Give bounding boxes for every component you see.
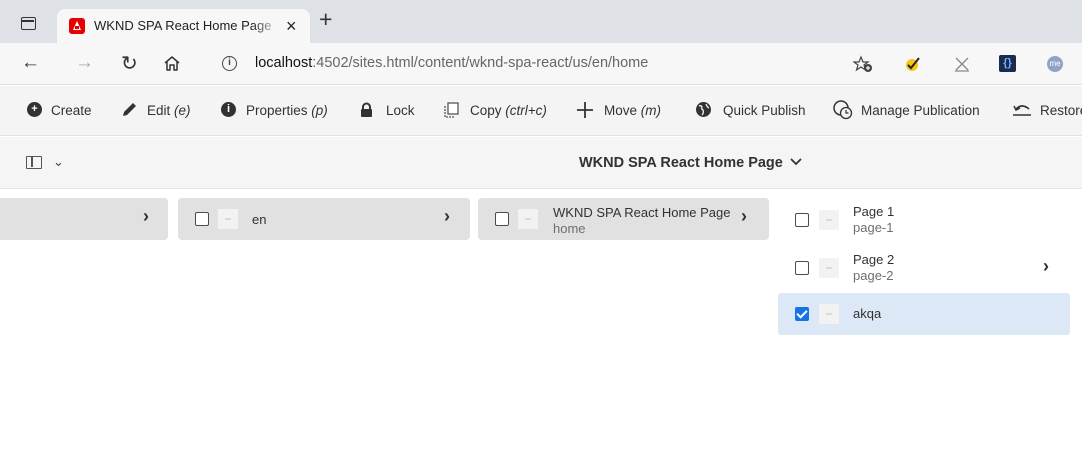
browser-tab-bar: WKND SPA React Home Page | A × + — [0, 0, 1082, 43]
akqa-checkbox[interactable] — [795, 307, 809, 321]
profile-avatar[interactable]: me — [1047, 56, 1063, 72]
column-3-checkbox[interactable] — [495, 212, 509, 226]
edit-label: Edit — [147, 103, 171, 118]
tab-title-fade — [252, 15, 282, 35]
properties-label: Properties — [246, 103, 308, 118]
browser-tab[interactable]: WKND SPA React Home Page | A × — [57, 9, 310, 43]
properties-button[interactable]: Properties (p) — [246, 103, 328, 118]
title-bar — [0, 137, 1082, 189]
lock-label: Lock — [386, 103, 415, 118]
url-path: :4502/sites.html/content/wknd-spa-react/… — [312, 55, 649, 71]
column-3-title: WKND SPA React Home Page — [553, 205, 731, 220]
address-bar[interactable]: localhost:4502/sites.html/content/wknd-s… — [255, 55, 648, 71]
refresh-icon[interactable]: ↻ — [121, 51, 138, 76]
page-title[interactable]: WKND SPA React Home Page — [579, 155, 783, 171]
page-1-checkbox[interactable] — [795, 213, 809, 227]
url-host: localhost — [255, 55, 313, 71]
column-3-name: home — [553, 221, 586, 236]
tab-title: WKND SPA React Home Page | A — [94, 18, 276, 33]
back-icon[interactable]: ← — [21, 52, 40, 74]
page-1-title: Page 1 — [853, 204, 895, 219]
page-1-name: page-1 — [853, 220, 894, 235]
pencil-icon — [123, 103, 136, 116]
lock-icon — [361, 102, 372, 117]
column-4-item-page-2[interactable]: Page 2 page-2 › — [778, 246, 1070, 290]
akqa-thumbnail — [819, 304, 839, 324]
copy-shortcut: (ctrl+c) — [505, 103, 547, 118]
tab-actions-icon[interactable] — [21, 17, 36, 30]
create-button[interactable]: Create — [51, 103, 92, 118]
move-icon — [577, 102, 593, 118]
column-2-chevron-right-icon: › — [444, 206, 450, 226]
manage-publication-button[interactable]: Manage Publication — [861, 103, 980, 118]
new-tab-button[interactable]: + — [319, 8, 332, 31]
akqa-title: akqa — [853, 306, 882, 321]
extension-braces-icon[interactable]: {} — [999, 55, 1016, 72]
plus-circle-icon: + — [27, 102, 42, 117]
page-2-chevron-right-icon: › — [1043, 256, 1049, 276]
quick-publish-label: Quick Publish — [723, 103, 806, 118]
extension-tools-icon[interactable] — [953, 55, 971, 73]
column-2-checkbox[interactable] — [195, 212, 209, 226]
tab-close-icon[interactable]: × — [286, 16, 297, 37]
create-label: Create — [51, 103, 92, 118]
column-2-title: en — [252, 212, 267, 227]
extension-check-icon[interactable] — [904, 55, 922, 73]
info-circle-icon: i — [221, 102, 236, 117]
rail-toggle-icon[interactable] — [26, 156, 42, 169]
edit-shortcut: (e) — [174, 103, 191, 118]
copy-icon — [444, 102, 459, 118]
move-button[interactable]: Move (m) — [604, 103, 661, 118]
column-4-item-page-1[interactable]: Page 1 page-1 — [778, 198, 1070, 242]
page-2-checkbox[interactable] — [795, 261, 809, 275]
lock-button[interactable]: Lock — [386, 103, 415, 118]
globe-icon — [696, 102, 711, 117]
restore-label: Restore — [1040, 103, 1082, 118]
globe-clock-icon — [833, 100, 853, 120]
quick-publish-button[interactable]: Quick Publish — [723, 103, 806, 118]
site-info-icon[interactable]: i — [222, 56, 237, 71]
column-3-chevron-right-icon: › — [741, 206, 747, 226]
move-label: Move — [604, 103, 638, 118]
properties-shortcut: (p) — [311, 103, 328, 118]
home-icon[interactable] — [163, 55, 181, 72]
forward-icon[interactable]: → — [75, 52, 94, 74]
page-2-thumbnail — [819, 258, 839, 278]
page-2-name: page-2 — [853, 268, 894, 283]
column-2-thumbnail — [218, 209, 238, 229]
page-1-thumbnail — [819, 210, 839, 230]
move-shortcut: (m) — [640, 103, 662, 118]
adobe-favicon-icon — [69, 18, 85, 34]
restore-button[interactable]: Restore — [1040, 103, 1082, 118]
column-4-item-akqa[interactable]: akqa — [778, 293, 1070, 335]
column-1-chevron-right-icon: › — [143, 206, 149, 226]
title-chevron-down-icon[interactable] — [790, 157, 802, 167]
add-favorite-icon[interactable] — [853, 55, 873, 73]
manage-publication-label: Manage Publication — [861, 103, 980, 118]
edit-button[interactable]: Edit (e) — [147, 103, 191, 118]
column-3-thumbnail — [518, 209, 538, 229]
copy-button[interactable]: Copy (ctrl+c) — [470, 103, 547, 118]
copy-label: Copy — [470, 103, 502, 118]
restore-icon — [1013, 105, 1031, 116]
page-2-title: Page 2 — [853, 252, 895, 267]
rail-chevron-down-icon[interactable]: ⌄ — [53, 154, 64, 170]
